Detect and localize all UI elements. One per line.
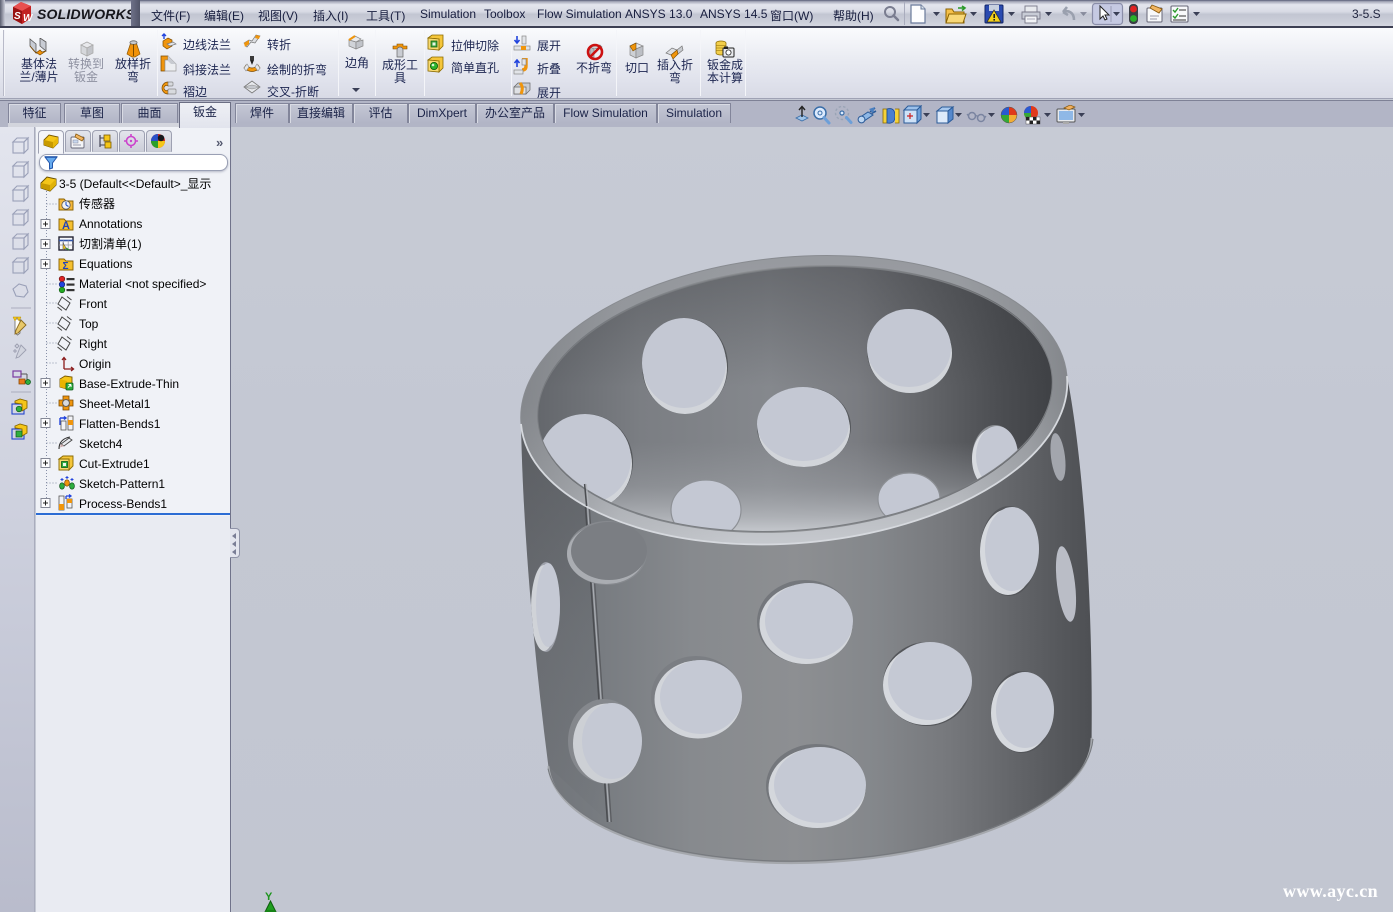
svg-text:W: W (23, 13, 33, 24)
svg-text:Base-Extrude-Thin: Base-Extrude-Thin (79, 377, 179, 391)
svg-text:Annotations: Annotations (79, 217, 142, 231)
svg-text:切割清单(1): 切割清单(1) (79, 236, 142, 251)
svg-text:Σ: Σ (63, 261, 69, 272)
svg-text:Cut-Extrude1: Cut-Extrude1 (79, 457, 150, 471)
svg-text:Flatten-Bends1: Flatten-Bends1 (79, 417, 161, 431)
svg-text:Sketch-Pattern1: Sketch-Pattern1 (79, 477, 165, 491)
svg-text:传感器: 传感器 (79, 196, 115, 211)
svg-text:Y: Y (265, 891, 273, 903)
svg-text:Sheet-Metal1: Sheet-Metal1 (79, 397, 151, 411)
svg-text:Right: Right (79, 337, 108, 351)
svg-text:Top: Top (79, 317, 99, 331)
svg-text:A: A (62, 220, 70, 232)
svg-text:Material <not specified>: Material <not specified> (79, 277, 206, 291)
svg-text:Origin: Origin (79, 357, 111, 371)
svg-text:Front: Front (79, 297, 108, 311)
svg-text:Sketch4: Sketch4 (79, 437, 123, 451)
svg-text:Process-Bends1: Process-Bends1 (79, 497, 167, 511)
svg-text:S: S (14, 11, 21, 22)
svg-text:Equations: Equations (79, 257, 132, 271)
svg-text:3-5 (Default<<Default>_显示: 3-5 (Default<<Default>_显示 (59, 177, 211, 191)
